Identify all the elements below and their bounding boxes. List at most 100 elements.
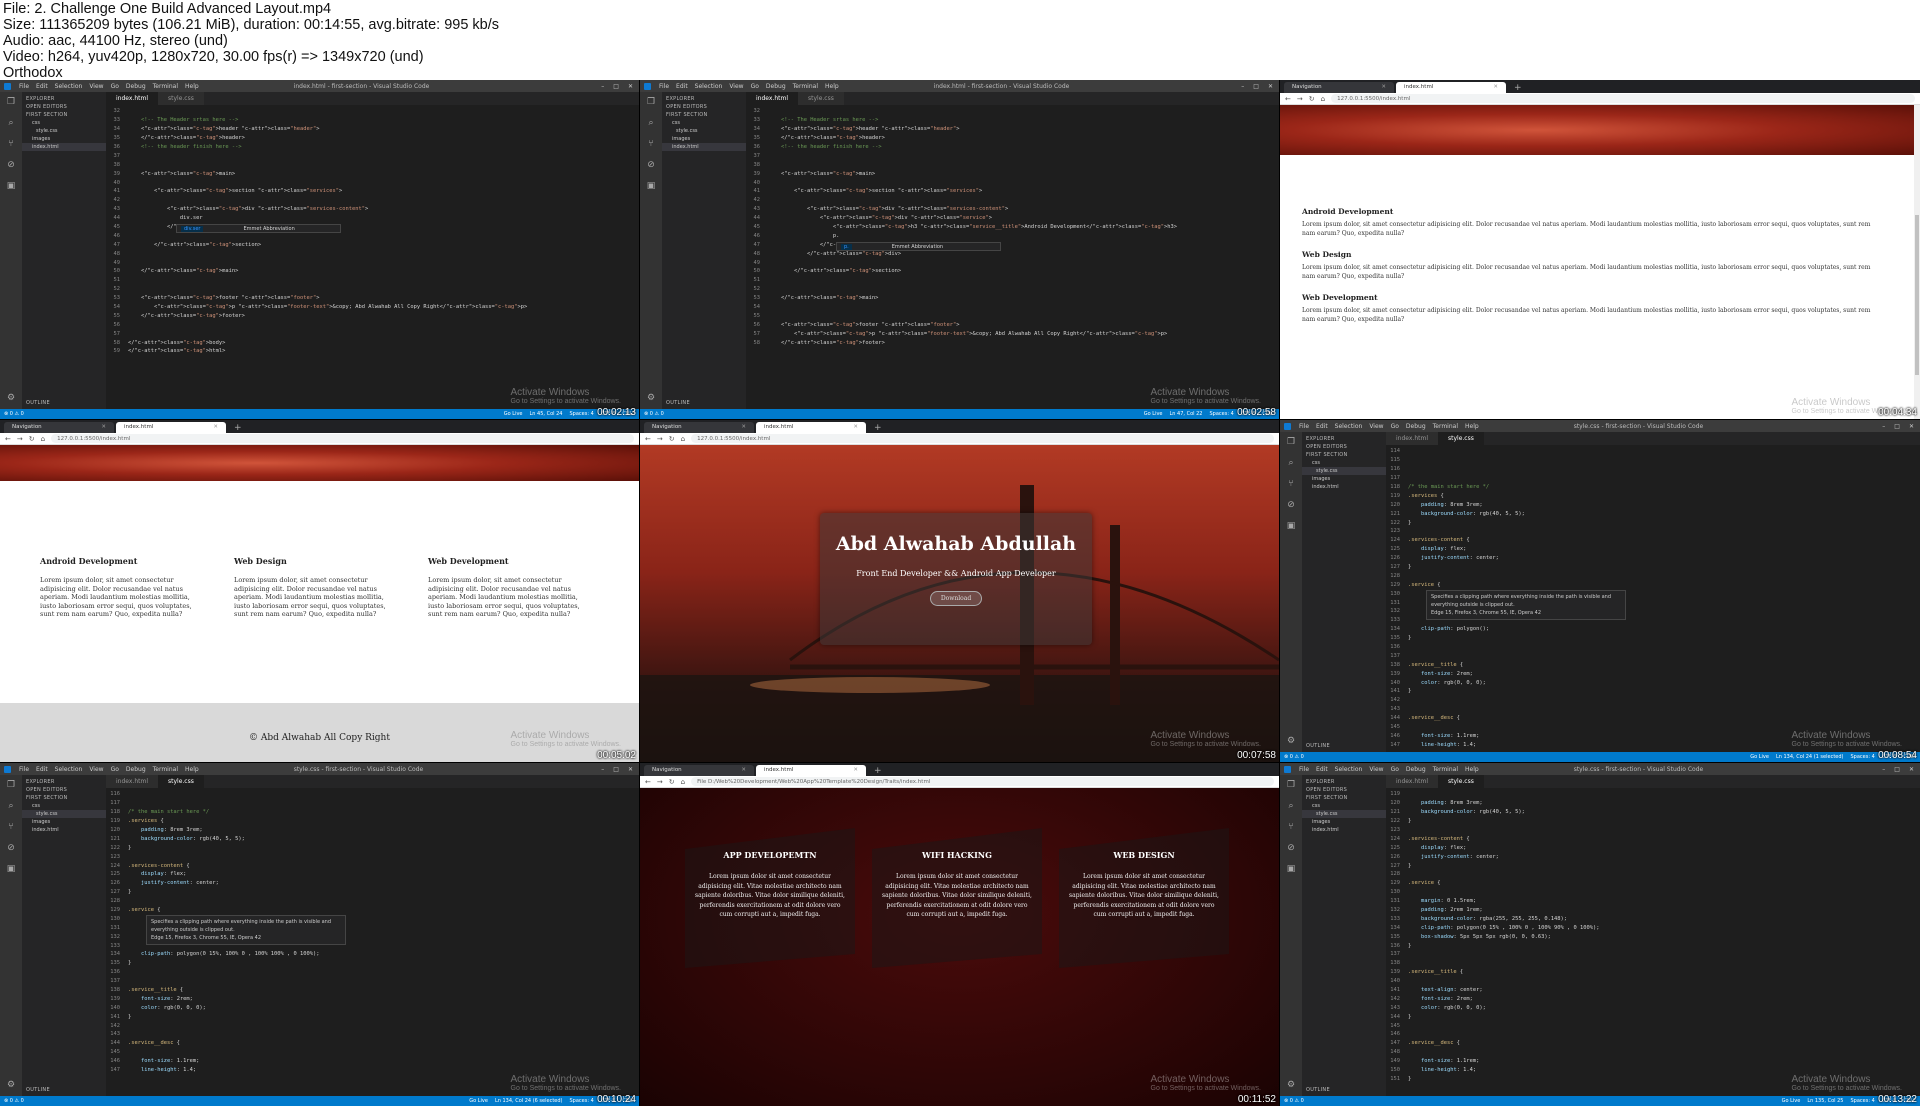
code-line[interactable]: 47 </"c-attr">class="c-tag">div> [746,240,1279,249]
menu-item[interactable]: Edit [36,766,48,773]
code-line[interactable]: 139 font-size: 2rem; [106,994,639,1003]
code-line[interactable]: 33 <!-- The Header srtas here --> [106,116,639,125]
code-line[interactable]: 120 padding: 8rem 3rem; [1386,500,1920,509]
code-line[interactable]: 41 <"c-attr">class="c-tag">section "c-at… [746,187,1279,196]
code-line[interactable]: 142 [106,1021,639,1030]
window-controls[interactable]: – □ ✕ [601,83,639,90]
file-style-css[interactable]: style.css [22,810,106,818]
search-icon[interactable]: ⌕ [8,119,13,128]
code-line[interactable]: 48 [106,249,639,258]
code-line[interactable]: 134 clip-path: polygon(0 15%, 100% 0 , 1… [106,950,639,959]
code-line[interactable]: 146 font-size: 1.1rem; [106,1057,639,1066]
project-folder[interactable]: FIRST SECTION [662,111,746,119]
back-icon[interactable]: ← [645,778,651,786]
code-line[interactable]: 58 </"c-attr">class="c-tag">footer> [746,338,1279,347]
menu-item[interactable]: Edit [676,83,688,90]
home-icon[interactable]: ⌂ [41,435,45,443]
code-line[interactable]: 136 [1386,643,1920,652]
code-line[interactable]: 143 [1386,705,1920,714]
source-control-icon[interactable]: ⑂ [1288,823,1293,832]
indent-setting[interactable]: Spaces: 4 [1209,411,1233,417]
tab-index-html[interactable]: index.html [106,775,158,788]
code-line[interactable]: 55 [746,311,1279,320]
indent-setting[interactable]: Spaces: 4 [569,1098,593,1104]
code-line[interactable]: 142 font-size: 2rem; [1386,994,1920,1003]
folder-images[interactable]: images [1302,475,1386,483]
code-line[interactable]: 118 /* the main start here */ [1386,483,1920,492]
tab-index[interactable]: index.html ✕ [1396,82,1506,93]
status-problems[interactable]: ⊗ 0 ⚠ 0 [4,411,24,417]
minimize-icon[interactable]: – [601,766,604,773]
debug-icon[interactable]: ⊘ [7,844,15,853]
code-line[interactable]: 125 display: flex; [1386,843,1920,852]
code-line[interactable]: 137 [1386,950,1920,959]
vscode-menu[interactable]: File Edit Selection View Go Debug Terminal Help [1299,423,1486,430]
status-problems[interactable]: ⊗ 0 ⚠ 0 [4,1098,24,1104]
tab-style-css[interactable]: style.css [798,92,844,105]
code-line[interactable]: 118 /* the main start here */ [106,808,639,817]
minimize-icon[interactable]: – [601,83,604,90]
code-line[interactable]: 117 [106,799,639,808]
code-line[interactable]: 43 <"c-attr">class="c-tag">div "c-attr">… [106,205,639,214]
file-style-css[interactable]: style.css [662,127,746,135]
reload-icon[interactable]: ↻ [669,778,675,786]
file-index-html[interactable]: index.html [22,143,106,151]
code-line[interactable]: 129 .service { [1386,580,1920,589]
back-icon[interactable]: ← [1285,95,1291,103]
code-line[interactable]: 34 <"c-attr">class="c-tag">header "c-att… [106,125,639,134]
code-line[interactable]: 37 [746,151,1279,160]
go-live-button[interactable]: Go Live [1144,411,1163,417]
code-line[interactable]: 124 .services-content { [106,861,639,870]
code-line[interactable]: 145 [106,1048,639,1057]
reload-icon[interactable]: ↻ [29,435,35,443]
extensions-icon[interactable]: ▣ [7,182,16,191]
code-line[interactable]: 56 [106,320,639,329]
code-line[interactable]: 53 <"c-attr">class="c-tag">footer "c-att… [106,294,639,303]
search-icon[interactable]: ⌕ [648,119,653,128]
file-style-css[interactable]: style.css [1302,467,1386,475]
menu-item[interactable]: Go [751,83,759,90]
code-line[interactable]: 124 .services-content { [1386,536,1920,545]
code-line[interactable]: 117 [1386,474,1920,483]
gear-icon[interactable]: ⚙ [1287,737,1295,746]
code-line[interactable]: 136 [106,968,639,977]
project-folder[interactable]: FIRST SECTION [22,794,106,802]
code-line[interactable]: 138 .service__title { [106,986,639,995]
debug-icon[interactable]: ⊘ [647,161,655,170]
code-line[interactable]: 144 .service__desc { [106,1039,639,1048]
code-line[interactable]: 49 [746,258,1279,267]
file-index-html[interactable]: index.html [22,826,106,834]
back-icon[interactable]: ← [645,435,651,443]
menu-item[interactable]: Help [1465,766,1479,773]
go-live-button[interactable]: Go Live [1782,1098,1801,1104]
close-icon[interactable]: ✕ [628,766,633,773]
menu-item[interactable]: Go [1391,423,1399,430]
back-icon[interactable]: ← [5,435,11,443]
maximize-icon[interactable]: □ [1894,423,1900,430]
code-line[interactable]: 119 .services { [1386,491,1920,500]
debug-icon[interactable]: ⊘ [1287,501,1295,510]
menu-item[interactable]: Terminal [1433,423,1458,430]
tab-navigation[interactable]: Navigation ✕ [4,422,114,433]
emmet-suggestion[interactable]: p. Emmet Abbreviation [836,242,1001,251]
extensions-icon[interactable]: ▣ [1287,522,1296,531]
tab-style-css[interactable]: style.css [158,775,204,788]
url-input[interactable]: 127.0.0.1:5500/index.html [1331,94,1915,103]
code-line[interactable]: 38 [746,160,1279,169]
maximize-icon[interactable]: □ [613,766,619,773]
code-line[interactable]: 135 box-shadow: 5px 5px 5px rgb(0, 0, 0.… [1386,932,1920,941]
outline-section[interactable]: OUTLINE [22,1086,50,1094]
open-editors-section[interactable]: OPEN EDITORS [662,103,746,111]
file-index-html[interactable]: index.html [1302,483,1386,491]
source-control-icon[interactable]: ⑂ [8,823,13,832]
outline-section[interactable]: OUTLINE [22,399,50,407]
code-line[interactable]: 39 <"c-attr">class="c-tag">main> [746,169,1279,178]
close-tab-icon[interactable]: ✕ [1493,84,1498,91]
menu-item[interactable]: Debug [126,83,146,90]
url-input[interactable]: 127.0.0.1:5500/index.html [51,434,634,443]
code-line[interactable]: 44 <"c-attr">class="c-tag">div "c-attr">… [746,214,1279,223]
file-index-html[interactable]: index.html [1302,826,1386,834]
code-line[interactable]: 140 [1386,977,1920,986]
cursor-position[interactable]: Ln 135, Col 25 [1807,1098,1843,1104]
code-line[interactable]: 138 .service__title { [1386,660,1920,669]
